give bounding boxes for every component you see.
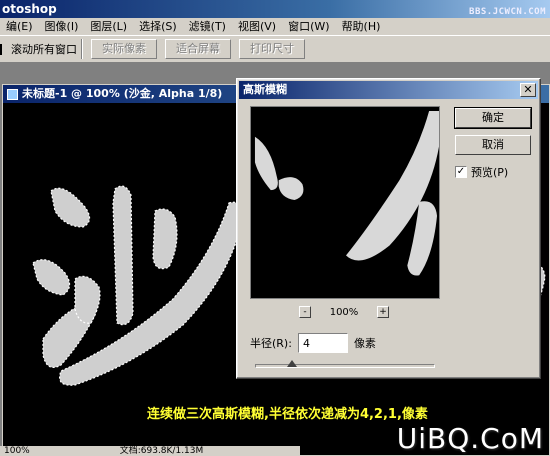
ok-button[interactable]: 确定 (454, 107, 532, 129)
scroll-all-windows-checkbox[interactable]: 滚动所有窗口 (0, 41, 77, 57)
menu-help[interactable]: 帮助(H) (336, 18, 387, 35)
menu-bar: 编(E) 图像(I) 图层(L) 选择(S) 滤镜(T) 视图(V) 窗口(W)… (0, 18, 550, 35)
radius-input[interactable] (297, 333, 348, 353)
radius-slider[interactable] (255, 360, 435, 368)
dialog-titlebar[interactable]: 高斯模糊 ✕ (239, 81, 538, 99)
menu-filter[interactable]: 滤镜(T) (183, 18, 232, 35)
actual-pixels-button[interactable]: 实际像素 (91, 39, 157, 59)
caption-text: 连续做三次高斯模糊,半径依次递减为4,2,1,像素 (147, 407, 428, 422)
slider-thumb[interactable] (286, 360, 297, 367)
preview-checkbox[interactable]: ✓ 预览(P) (455, 164, 508, 180)
zoom-in-button[interactable]: + (377, 306, 389, 318)
app-title: otoshop (2, 2, 57, 16)
dialog-title: 高斯模糊 (243, 83, 287, 96)
status-zoom: 100% (4, 446, 30, 456)
document-title: 未标题-1 @ 100% (沙金, Alpha 1/8) (22, 87, 223, 100)
close-icon[interactable]: ✕ (520, 83, 536, 97)
menu-image[interactable]: 图像(I) (39, 18, 85, 35)
checkbox-edge (0, 43, 9, 55)
app-titlebar: otoshop BBS.JCWCN.COM (0, 0, 550, 18)
document-icon (7, 88, 18, 100)
zoom-value: 100% (329, 306, 359, 318)
zoom-out-button[interactable]: - (299, 306, 311, 318)
gaussian-blur-dialog: 高斯模糊 ✕ - 100% + 确定 取消 ✓ 预览(P) 半径(R): 像素 (236, 78, 541, 379)
cancel-button[interactable]: 取消 (455, 135, 531, 155)
options-bar: 滚动所有窗口 实际像素 适合屏幕 打印尺寸 (0, 35, 550, 63)
radius-label: 半径(R): (250, 337, 292, 350)
fit-screen-button[interactable]: 适合屏幕 (165, 39, 231, 59)
menu-window[interactable]: 窗口(W) (282, 18, 335, 35)
menu-view[interactable]: 视图(V) (232, 18, 282, 35)
separator (81, 39, 83, 59)
zoom-controls: - 100% + (299, 305, 389, 319)
status-doc-size: 文档:693.8K/1.13M (119, 446, 204, 456)
preview-glyph (254, 110, 439, 276)
print-size-button[interactable]: 打印尺寸 (239, 39, 305, 59)
radius-row: 半径(R): 像素 (250, 333, 376, 353)
menu-layer[interactable]: 图层(L) (84, 18, 133, 35)
menu-edit[interactable]: 编(E) (0, 18, 39, 35)
status-bar: 100% 文档:693.8K/1.13M (0, 446, 300, 456)
preview-pane[interactable] (250, 106, 440, 299)
scroll-all-label: 滚动所有窗口 (11, 43, 77, 56)
preview-label: 预览(P) (471, 166, 509, 179)
watermark-bottom: UiBQ.CoM (396, 422, 544, 455)
checkmark-icon: ✓ (455, 166, 467, 178)
radius-unit: 像素 (353, 337, 376, 350)
menu-select[interactable]: 选择(S) (133, 18, 183, 35)
